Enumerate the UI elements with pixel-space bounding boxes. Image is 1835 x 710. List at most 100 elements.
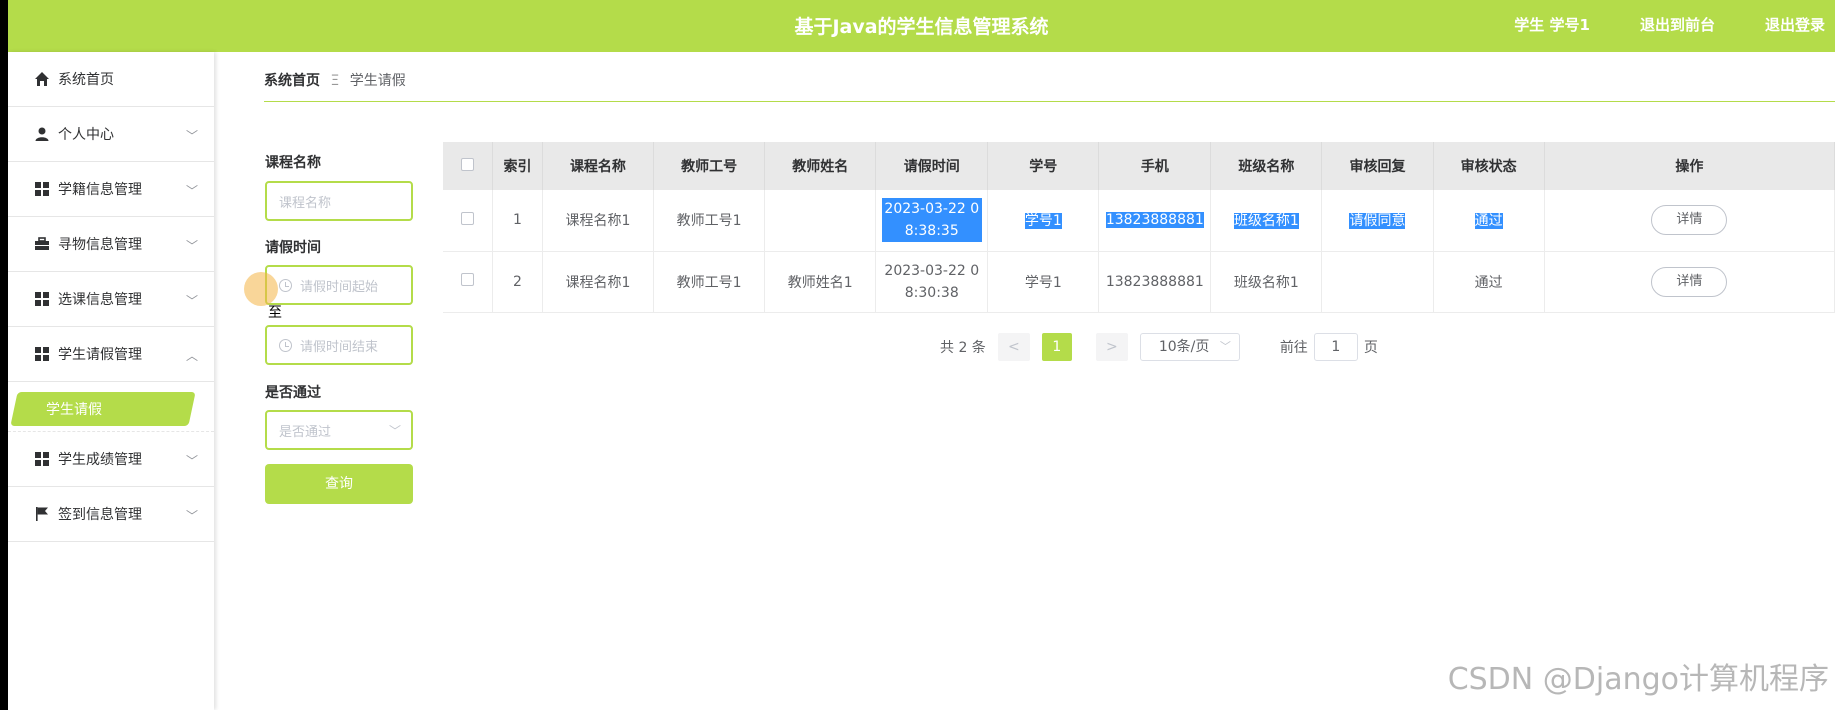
sidebar-item-home[interactable]: 系统首页 [8,52,214,107]
grid-icon [35,292,49,306]
sidebar-item-personal[interactable]: 个人中心 ﹀ [8,107,214,162]
cell-class: 班级名称1 [1210,251,1323,313]
grid-icon [35,347,49,361]
cell-teacher-name [764,190,877,252]
briefcase-icon [35,237,49,250]
breadcrumb-divider [264,101,1835,102]
sidebar-item-label: 学生请假管理 [58,347,142,363]
cell-teacher-no: 教师工号1 [653,190,766,252]
app-window: 基于Java的学生信息管理系统 学生 学号1 退出到前台 退出登录 系统首页 个… [0,0,1835,710]
sidebar-subitem-label: 学生请假 [46,402,102,418]
column-header: 班级名称 [1210,142,1323,190]
detail-button[interactable]: 详情 [1651,205,1728,236]
sidebar-item-leave-management[interactable]: 学生请假管理 ︿ [8,327,214,382]
cell-status: 通过 [1433,251,1545,313]
cursor-highlight [244,272,278,306]
row-select-cell [443,251,494,313]
chevron-down-icon: ﹀ [185,509,198,523]
student-no-text: 学号1 [1024,213,1062,230]
column-header: 学号 [987,142,1100,190]
sidebar-item-label: 学生成绩管理 [58,452,142,468]
column-header: 请假时间 [875,142,989,190]
sidebar-item-enrollment[interactable]: 学籍信息管理 ﹀ [8,162,214,217]
goto-page-input[interactable]: 1 [1313,333,1358,361]
logout-link[interactable]: 退出登录 [1765,14,1825,35]
column-header: 教师姓名 [764,142,877,190]
grid-icon [35,182,49,196]
cell-leave-time: 2023-03-22 0 8:38:35 [875,190,989,252]
top-header: 基于Java的学生信息管理系统 学生 学号1 退出到前台 退出登录 [8,0,1835,52]
page-size-select[interactable]: 10条/页 ﹀ [1139,333,1240,361]
column-header: 操作 [1544,142,1835,190]
cell-status: 通过 [1433,190,1545,252]
flag-icon [36,507,48,521]
sidebar-item-course-selection[interactable]: 选课信息管理 ﹀ [8,272,214,327]
sidebar-item-signin[interactable]: 签到信息管理 ﹀ [8,487,214,542]
pass-status-select[interactable]: 是否通过 ﹀ [265,410,413,450]
breadcrumb-home[interactable]: 系统首页 [264,73,320,89]
cell-teacher-no: 教师工号1 [653,251,766,313]
goto-label: 前往 [1279,340,1308,356]
user-icon [35,127,49,141]
select-all-checkbox[interactable] [461,157,475,171]
cell-index: 1 [492,190,543,252]
row-checkbox[interactable] [461,211,475,225]
watermark: CSDN @Django计算机程序 [1447,662,1829,697]
row-checkbox[interactable] [461,273,475,286]
cell-phone: 13823888881 [1098,190,1212,252]
chevron-down-icon: ﹀ [185,129,198,143]
chevron-down-icon: ﹀ [185,239,198,253]
leave-time-line2: 8:38:35 [881,220,982,243]
current-user[interactable]: 学生 学号1 [1514,14,1590,35]
pass-status-label: 是否通过 [265,385,321,401]
cell-student-no: 学号1 [987,251,1100,313]
sidebar-item-grades[interactable]: 学生成绩管理 ﹀ [8,432,214,487]
cell-reply: 请假同意 [1321,190,1434,252]
sidebar: 系统首页 个人中心 ﹀ 学籍信息管理 ﹀ 寻物信息管理 ﹀ 选课信息管理 ﹀ 学… [8,52,214,710]
leave-time-start-input[interactable]: 请假时间起始 [265,265,413,305]
page-unit-label: 页 [1363,340,1378,356]
sidebar-item-label: 个人中心 [58,127,114,143]
cell-leave-time: 2023-03-22 0 8:30:38 [875,251,989,313]
cell-student-no: 学号1 [987,190,1100,252]
back-to-front-link[interactable]: 退出到前台 [1640,14,1715,35]
table-row: 1 课程名称1 教师工号1 2023-03-22 0 8:38:35 学号1 1… [443,190,1835,252]
page-number-button[interactable]: 1 [1041,333,1072,361]
active-highlight [10,392,196,426]
sidebar-subitem-student-leave[interactable]: 学生请假 [8,382,214,432]
leave-time-end-input[interactable]: 请假时间结束 [265,325,413,365]
chevron-down-icon: ﹀ [185,454,198,468]
clock-icon [279,338,292,352]
time-range-separator: 至 [268,305,282,321]
sidebar-item-lost-found[interactable]: 寻物信息管理 ﹀ [8,217,214,272]
leave-time-line1: 2023-03-22 0 [881,198,982,221]
pagination-total: 共 2 条 [940,340,986,356]
select-all-cell [443,142,494,190]
prev-page-button[interactable]: < [997,333,1030,361]
breadcrumb-current: 学生请假 [349,73,406,89]
sidebar-item-label: 寻物信息管理 [58,237,142,253]
column-header: 教师工号 [653,142,766,190]
chevron-down-icon: ﹀ [185,294,198,308]
leave-time-start-placeholder: 请假时间起始 [300,279,379,295]
table-header-row: 索引 课程名称 教师工号 教师姓名 请假时间 学号 手机 班级名称 审核回复 审… [443,142,1835,190]
course-name-input[interactable]: 课程名称 [265,181,413,221]
course-name-label: 课程名称 [265,155,321,171]
left-edge-bar [0,0,8,710]
cell-teacher-name: 教师姓名1 [764,251,877,313]
cell-course: 课程名称1 [542,251,655,313]
pagination: 共 2 条 < 1 > 10条/页 ﹀ 前往 1 页 [940,333,1378,361]
sidebar-item-label: 学籍信息管理 [58,182,142,198]
table-row: 2 课程名称1 教师工号1 教师姓名1 2023-03-22 0 8:30:38… [443,251,1835,313]
pass-status-placeholder: 是否通过 [279,424,332,440]
next-page-button[interactable]: > [1095,333,1128,361]
cell-class: 班级名称1 [1210,190,1323,252]
detail-button[interactable]: 详情 [1651,266,1728,297]
cell-action: 详情 [1544,251,1835,313]
leave-table: 索引 课程名称 教师工号 教师姓名 请假时间 学号 手机 班级名称 审核回复 审… [443,142,1835,313]
status-text: 通过 [1474,213,1503,230]
sidebar-item-label: 签到信息管理 [58,507,142,523]
search-button[interactable]: 查询 [265,464,413,504]
cell-course: 课程名称1 [542,190,655,252]
breadcrumb-separator: Ξ [330,73,340,89]
